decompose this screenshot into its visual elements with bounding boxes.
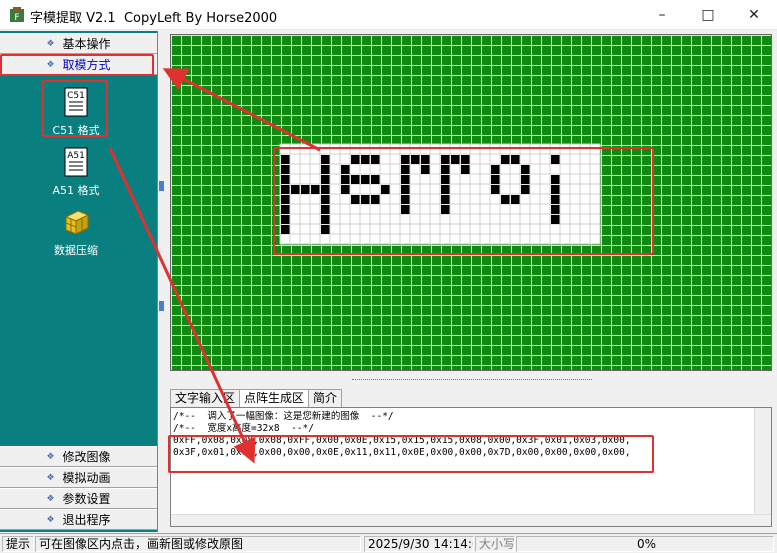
menu-label: 模拟动画 xyxy=(62,471,111,485)
menu-label: 参数设置 xyxy=(62,492,111,506)
highlight-output-data xyxy=(168,435,654,473)
horizontal-splitter[interactable] xyxy=(166,377,777,386)
tool-label: 数据压缩 xyxy=(54,244,98,257)
diamond-icon: ❖ xyxy=(46,38,55,49)
vertical-splitter[interactable] xyxy=(158,31,166,532)
menu-label: 退出程序 xyxy=(62,513,111,527)
a51-document-icon: A51 xyxy=(64,147,88,177)
maximize-button[interactable]: □ xyxy=(685,0,731,30)
status-message: 可在图像区内点击，画新图或修改原图 xyxy=(35,536,361,552)
status-bar: 提示 可在图像区内点击，画新图或修改原图 2025/9/30 14:14:09 … xyxy=(0,533,777,553)
close-button[interactable]: ✕ xyxy=(731,0,777,30)
close-icon: ✕ xyxy=(748,7,760,23)
menu-edit-image[interactable]: ❖ 修改图像 xyxy=(0,446,157,467)
menu-exit[interactable]: ❖ 退出程序 xyxy=(0,509,157,530)
diamond-icon: ❖ xyxy=(46,451,55,462)
highlight-extract-mode xyxy=(0,54,154,76)
horizontal-scrollbar[interactable] xyxy=(171,514,771,526)
status-caps: 大小写 xyxy=(475,536,515,552)
menu-parameter-settings[interactable]: ❖ 参数设置 xyxy=(0,488,157,509)
tool-a51-format[interactable]: A51 A51 格式 xyxy=(36,147,116,198)
menu-label: 基本操作 xyxy=(62,37,111,51)
window-title: 字模提取 V2.1 CopyLeft By Horse2000 xyxy=(30,11,278,26)
diamond-icon: ❖ xyxy=(46,472,55,483)
status-progress: 0% xyxy=(516,536,774,552)
menu-simulate-animation[interactable]: ❖ 模拟动画 xyxy=(0,467,157,488)
highlight-c51-format xyxy=(42,80,108,137)
svg-text:A51: A51 xyxy=(67,151,85,161)
menu-label: 修改图像 xyxy=(62,450,111,464)
title-bar: F 字模提取 V2.1 CopyLeft By Horse2000 – □ ✕ xyxy=(0,0,777,30)
minimize-button[interactable]: – xyxy=(639,0,685,30)
tab-intro[interactable]: 简介 xyxy=(308,389,343,407)
splitter-arrow-icon xyxy=(159,301,164,311)
menu-basic-ops[interactable]: ❖ 基本操作 xyxy=(0,33,157,54)
tool-data-compress[interactable]: 数据压缩 xyxy=(36,207,116,258)
diamond-icon: ❖ xyxy=(46,493,55,504)
minimize-icon: – xyxy=(658,7,666,23)
tab-dot-matrix[interactable]: 点阵生成区 xyxy=(239,389,310,407)
maximize-icon: □ xyxy=(701,7,715,23)
highlight-bitmap xyxy=(273,147,654,255)
output-tabs: 文字输入区 点阵生成区 简介 xyxy=(170,389,343,407)
output-line: /*-- 调入了一幅图像：这是您新建的图像 --*/ xyxy=(173,411,394,422)
tab-text-input[interactable]: 文字输入区 xyxy=(170,389,241,407)
splitter-grip xyxy=(352,379,592,384)
tool-label: A51 格式 xyxy=(52,184,100,197)
compress-box-icon xyxy=(64,210,90,235)
status-datetime: 2025/9/30 14:14:09 xyxy=(364,536,474,552)
app-icon: F xyxy=(10,7,24,23)
vertical-scrollbar[interactable] xyxy=(754,408,771,526)
diamond-icon: ❖ xyxy=(46,514,55,525)
splitter-arrow-icon xyxy=(159,181,164,191)
output-line: /*-- 宽度x高度=32x8 --*/ xyxy=(173,423,314,434)
svg-text:F: F xyxy=(14,13,19,23)
status-label: 提示 xyxy=(2,536,34,552)
